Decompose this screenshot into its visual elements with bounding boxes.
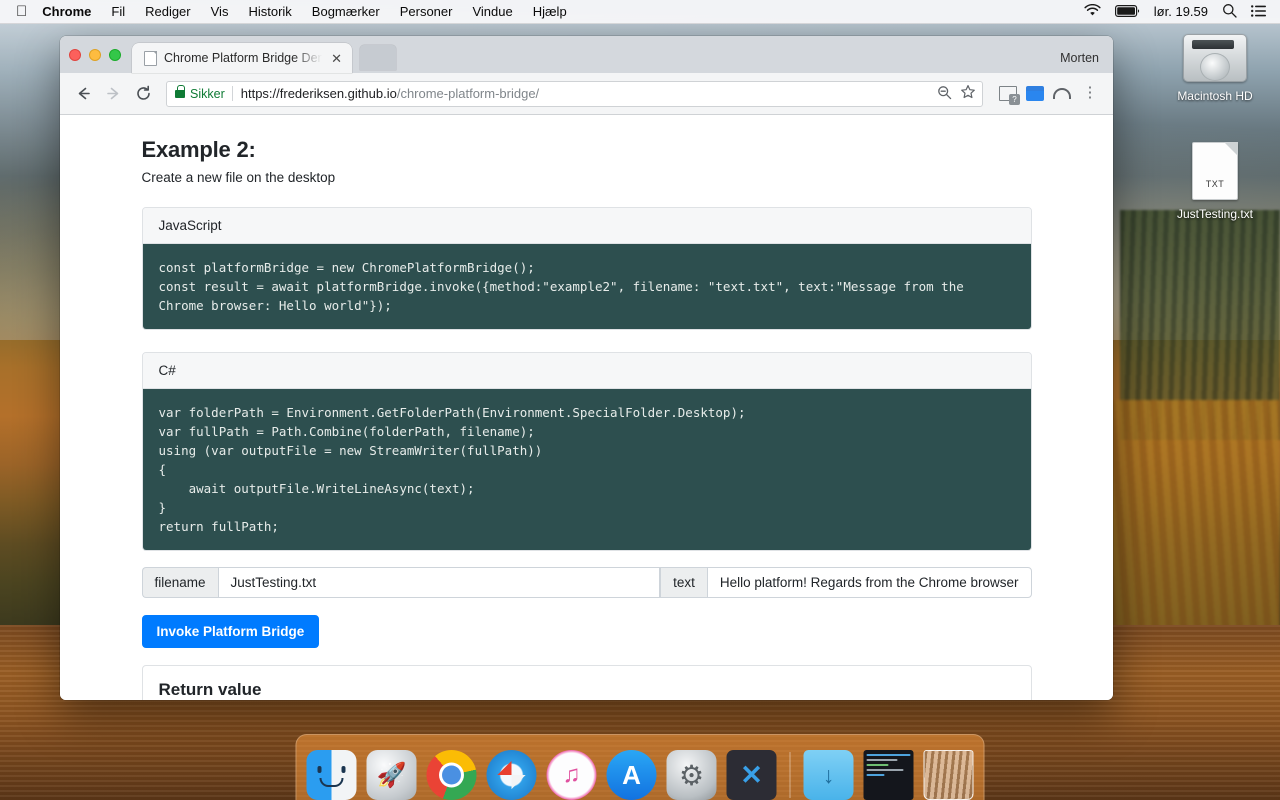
compass-icon	[497, 760, 526, 790]
filename-input[interactable]: JustTesting.txt	[217, 567, 661, 598]
menu-item-historik[interactable]: Historik	[238, 4, 301, 19]
file-extension-label: TXT	[1205, 179, 1225, 189]
dock-item-chrome[interactable]	[426, 750, 477, 800]
lock-icon	[175, 84, 185, 98]
forward-button[interactable]	[98, 79, 128, 109]
text-input-group: text Hello platform! Regards from the Ch…	[660, 567, 1032, 598]
profile-name[interactable]: Morten	[1060, 51, 1099, 65]
divider	[231, 86, 233, 101]
music-note-icon: ♫	[562, 761, 581, 788]
menu-item-bogmaerker[interactable]: Bogmærker	[302, 4, 390, 19]
desktop-icon-label: JustTesting.txt	[1176, 207, 1254, 221]
dock-item-app-store[interactable]: A	[606, 750, 657, 800]
page-title: Example 2:	[141, 137, 256, 162]
code-language-label: JavaScript	[142, 208, 1031, 244]
code-language-label: C#	[142, 353, 1031, 389]
back-button[interactable]	[68, 79, 98, 109]
wallpaper-autumn-foliage	[1110, 400, 1280, 630]
macos-dock: 🚀 ♫ A ⚙ ✕ ↓	[295, 734, 985, 800]
browser-toolbar: Sikker https://frederiksen.github.io/chr…	[60, 73, 1113, 115]
page-content: Example 2: Create a new file on the desk…	[60, 115, 1113, 700]
code-block-csharp: var folderPath = Environment.GetFolderPa…	[142, 389, 1031, 550]
close-tab-icon[interactable]: ✕	[329, 51, 344, 66]
zoom-out-icon[interactable]	[937, 85, 952, 103]
filename-label: filename	[141, 567, 218, 598]
hard-drive-icon	[1183, 34, 1247, 82]
invoke-platform-bridge-button[interactable]: Invoke Platform Bridge	[141, 615, 320, 648]
text-file-icon: TXT	[1192, 142, 1238, 200]
gear-icon: ⚙	[678, 759, 705, 791]
content-container: Example 2: Create a new file on the desk…	[141, 137, 1032, 700]
wifi-icon[interactable]	[1084, 3, 1101, 19]
battery-icon[interactable]	[1114, 4, 1140, 19]
dock-item-vscode[interactable]: ✕	[726, 750, 777, 800]
dock-separator	[789, 752, 791, 798]
star-icon[interactable]	[960, 84, 976, 103]
dock-item-safari[interactable]	[486, 750, 537, 800]
close-window-button[interactable]	[69, 49, 81, 61]
menu-item-fil[interactable]: Fil	[101, 4, 135, 19]
tab-strip: Chrome Platform Bridge Demo ✕ Morten	[60, 36, 1113, 73]
rocket-icon: 🚀	[376, 761, 407, 789]
omnibox-actions	[929, 84, 976, 103]
control-center-icon[interactable]	[1251, 4, 1266, 19]
kebab-menu-icon: ⋮	[1082, 84, 1098, 102]
tab-title: Chrome Platform Bridge Demo	[164, 51, 323, 65]
parameter-inputs: filename JustTesting.txt text Hello plat…	[141, 567, 1032, 598]
text-label: text	[660, 567, 707, 598]
search-icon[interactable]	[1222, 3, 1237, 20]
code-card-javascript: JavaScript const platformBridge = new Ch…	[141, 207, 1032, 330]
vscode-icon: ✕	[740, 759, 763, 790]
menu-item-vis[interactable]: Vis	[201, 4, 239, 19]
dock-item-downloads[interactable]: ↓	[803, 750, 854, 800]
security-label: Sikker	[190, 86, 225, 101]
dock-item-launchpad[interactable]: 🚀	[366, 750, 417, 800]
code-card-csharp: C# var folderPath = Environment.GetFolde…	[141, 352, 1032, 551]
url-domain: https://frederiksen.github.io	[240, 86, 397, 101]
extension-icons	[991, 86, 1075, 105]
menu-item-vindue[interactable]: Vindue	[462, 4, 522, 19]
app-store-icon: A	[622, 759, 641, 790]
text-input[interactable]: Hello platform! Regards from the Chrome …	[706, 567, 1032, 598]
menu-item-chrome[interactable]: Chrome	[40, 4, 101, 19]
dock-item-itunes[interactable]: ♫	[546, 750, 597, 800]
filename-input-group: filename JustTesting.txt	[141, 567, 661, 598]
chrome-browser-window: Chrome Platform Bridge Demo ✕ Morten Sik…	[60, 36, 1113, 700]
code-block-javascript: const platformBridge = new ChromePlatfor…	[142, 244, 1031, 329]
dock-item-trash[interactable]	[923, 750, 974, 800]
arc-extension-icon[interactable]	[1053, 88, 1071, 99]
desktop-icon-macintosh-hd[interactable]: Macintosh HD	[1160, 34, 1270, 104]
dock-item-system-preferences[interactable]: ⚙	[666, 750, 717, 800]
new-tab-button[interactable]	[360, 45, 396, 70]
macos-menubar:  Chrome Fil Rediger Vis Historik Bogmær…	[0, 0, 1280, 24]
menubar-status-area: lør. 19.59	[1084, 3, 1280, 20]
download-folder-icon: ↓	[822, 761, 835, 788]
dock-item-minimized-window[interactable]	[863, 750, 914, 800]
reload-button[interactable]	[128, 79, 158, 109]
apple-icon[interactable]: 	[0, 4, 40, 19]
url-path: /chrome-platform-bridge/	[396, 86, 540, 101]
address-bar[interactable]: Sikker https://frederiksen.github.io/chr…	[166, 80, 983, 107]
menu-item-rediger[interactable]: Rediger	[135, 4, 201, 19]
return-value-panel: Return value /Users/mortenfrederiksen/De…	[141, 665, 1032, 700]
page-favicon-icon	[144, 50, 157, 66]
menu-item-hjaelp[interactable]: Hjælp	[523, 4, 577, 19]
window-controls	[69, 49, 121, 61]
maximize-window-button[interactable]	[109, 49, 121, 61]
page-subtitle: Create a new file on the desktop	[141, 170, 336, 185]
menu-item-personer[interactable]: Personer	[390, 4, 463, 19]
minimize-window-button[interactable]	[89, 49, 101, 61]
menubar-clock[interactable]: lør. 19.59	[1154, 4, 1208, 19]
browser-tab[interactable]: Chrome Platform Bridge Demo ✕	[132, 43, 352, 73]
return-value-title: Return value	[158, 680, 262, 699]
dock-item-finder[interactable]	[306, 750, 357, 800]
chrome-menu-button[interactable]: ⋮	[1075, 79, 1105, 109]
desktop-icon-justtesting-txt[interactable]: TXT JustTesting.txt	[1160, 142, 1270, 222]
finder-icon	[317, 766, 346, 773]
desktop-icon-label: Macintosh HD	[1177, 89, 1253, 103]
window-thumbnail-icon	[866, 754, 911, 756]
blue-extension-icon[interactable]	[1026, 86, 1044, 101]
gmail-extension-icon[interactable]	[999, 86, 1020, 105]
